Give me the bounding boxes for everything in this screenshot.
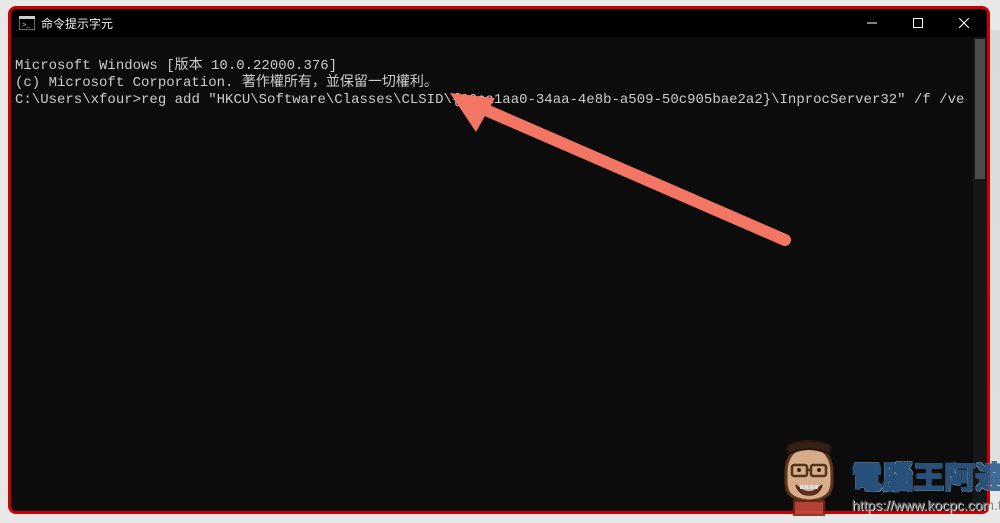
close-button[interactable] xyxy=(941,9,987,37)
prompt: C:\Users\xfour> xyxy=(15,92,141,108)
terminal-icon: >_ xyxy=(19,16,35,30)
window-title: 命令提示字元 xyxy=(41,15,849,32)
terminal-prompt-line: C:\Users\xfour>reg add "HKCU\Software\Cl… xyxy=(15,92,987,109)
titlebar[interactable]: >_ 命令提示字元 xyxy=(11,9,987,37)
terminal-body[interactable]: Microsoft Windows [版本 10.0.22000.376](c)… xyxy=(11,37,987,511)
maximize-button[interactable] xyxy=(895,9,941,37)
scrollbar[interactable] xyxy=(973,37,987,511)
svg-text:>_: >_ xyxy=(22,22,31,30)
window-controls xyxy=(849,9,987,37)
command-text: reg add "HKCU\Software\Classes\CLSID\{86… xyxy=(141,92,964,108)
terminal-line: Microsoft Windows [版本 10.0.22000.376] xyxy=(15,58,987,75)
background-edge xyxy=(990,30,1000,490)
command-prompt-window: >_ 命令提示字元 Microsoft Windows [版本 10.0.220… xyxy=(8,6,990,514)
scrollbar-thumb[interactable] xyxy=(975,39,985,179)
minimize-button[interactable] xyxy=(849,9,895,37)
terminal-line: (c) Microsoft Corporation. 著作權所有，並保留一切權利… xyxy=(15,75,987,92)
